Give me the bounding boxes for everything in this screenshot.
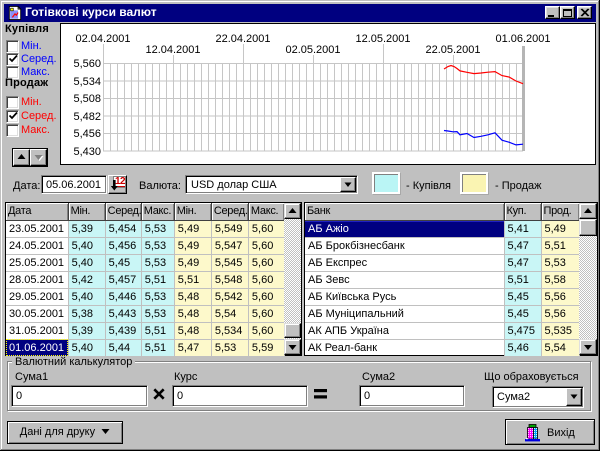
svg-text:5,430: 5,430 bbox=[73, 146, 101, 158]
svg-text:5,456: 5,456 bbox=[73, 128, 101, 140]
svg-text:5,508: 5,508 bbox=[73, 93, 101, 105]
svg-text:5,560: 5,560 bbox=[73, 58, 101, 70]
svg-text:12.04.2001: 12.04.2001 bbox=[145, 44, 200, 56]
svg-text:01.06.2001: 01.06.2001 bbox=[495, 33, 550, 45]
svg-text:02.04.2001: 02.04.2001 bbox=[75, 33, 130, 45]
svg-text:02.05.2001: 02.05.2001 bbox=[285, 44, 340, 56]
svg-text:5,482: 5,482 bbox=[73, 111, 101, 123]
svg-text:5,534: 5,534 bbox=[73, 76, 101, 88]
svg-text:22.04.2001: 22.04.2001 bbox=[215, 33, 270, 45]
svg-text:12.05.2001: 12.05.2001 bbox=[355, 33, 410, 45]
svg-text:22.05.2001: 22.05.2001 bbox=[425, 44, 480, 56]
